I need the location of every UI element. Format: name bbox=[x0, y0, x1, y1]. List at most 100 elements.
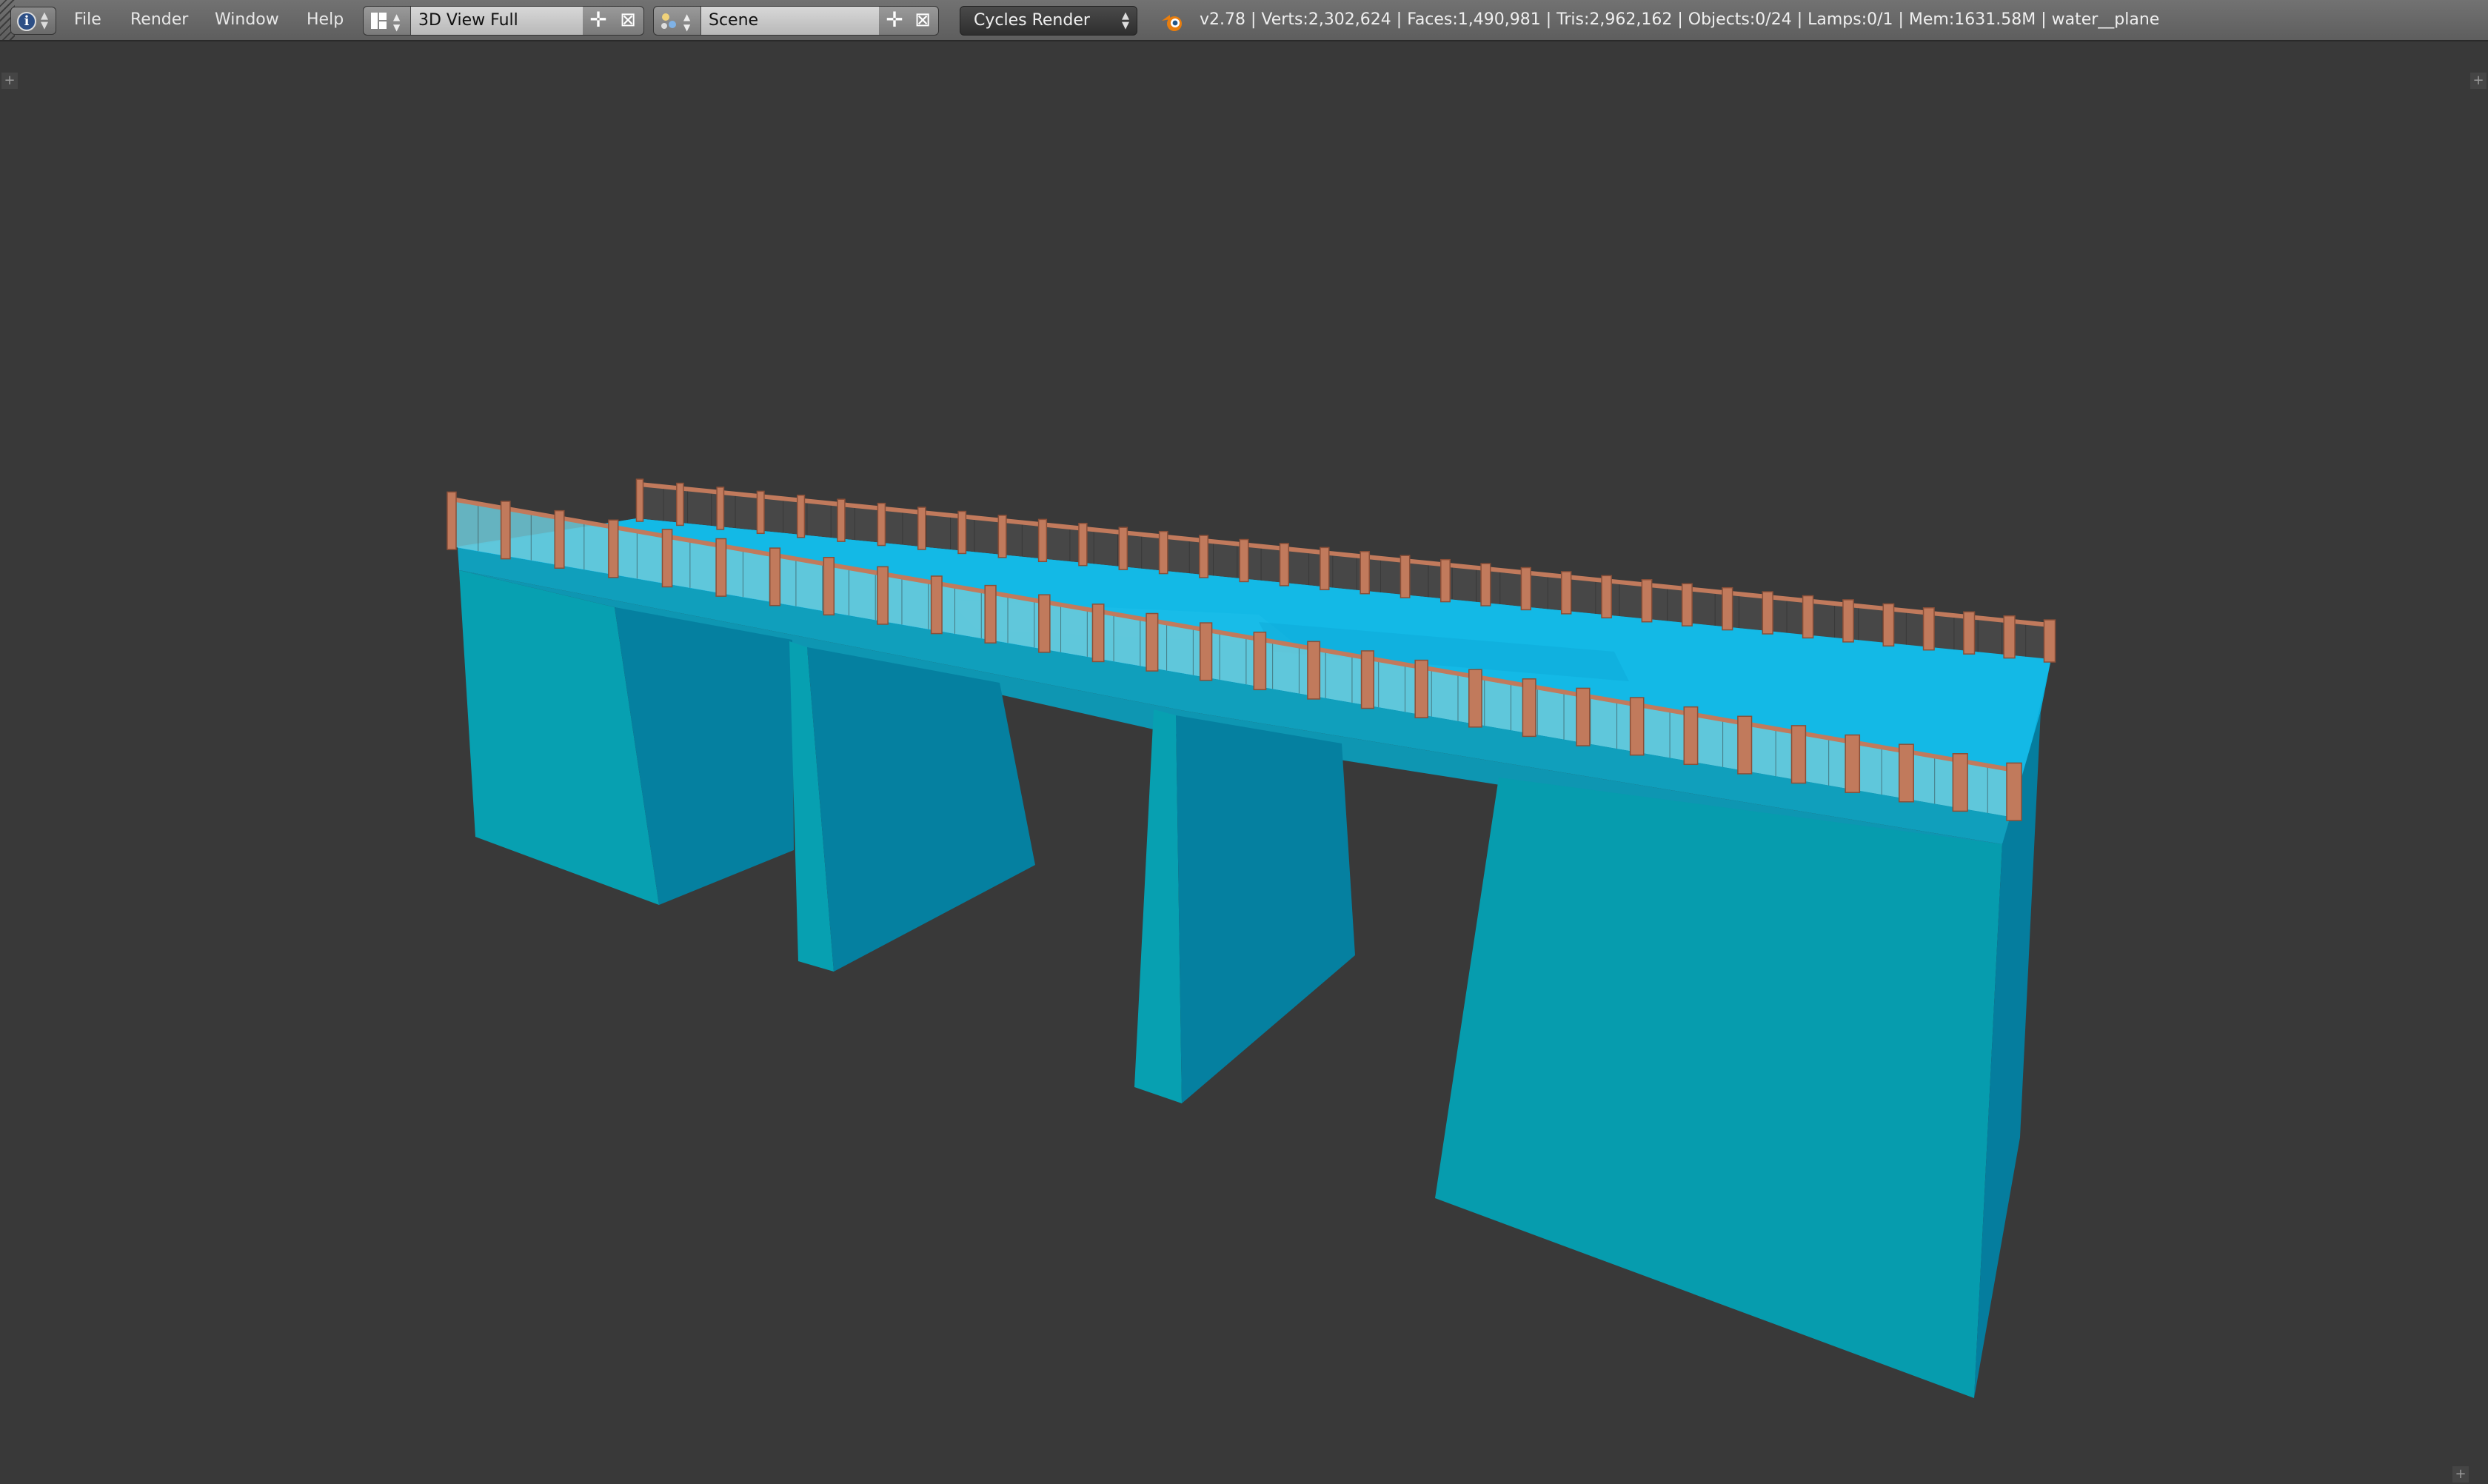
railing-post bbox=[1737, 715, 1753, 775]
x-icon[interactable]: ⊠ bbox=[910, 8, 935, 33]
railing-post bbox=[1480, 563, 1491, 606]
scene-name[interactable]: Scene bbox=[701, 7, 879, 35]
railing-post bbox=[756, 490, 765, 535]
railing-post bbox=[608, 519, 619, 578]
railing-post bbox=[1414, 659, 1428, 718]
railing-post bbox=[1037, 518, 1048, 563]
railing-post bbox=[1762, 591, 1773, 635]
railing-post bbox=[1307, 641, 1321, 700]
railing-post bbox=[1038, 594, 1051, 653]
railing-post bbox=[554, 509, 565, 569]
railing-post bbox=[1601, 575, 1612, 619]
bridge-model[interactable] bbox=[0, 43, 2488, 1484]
menu-help[interactable]: Help bbox=[307, 10, 344, 29]
railing-post bbox=[997, 515, 1007, 558]
railing-post bbox=[1158, 530, 1168, 575]
railing-post bbox=[1360, 551, 1370, 595]
railing-post bbox=[1790, 725, 1807, 784]
railing-post bbox=[1279, 543, 1290, 586]
railing-post bbox=[1802, 595, 1814, 639]
menu-file[interactable]: File bbox=[74, 10, 101, 29]
railing-post bbox=[1629, 697, 1645, 756]
railing-post bbox=[1641, 579, 1653, 623]
pier-front bbox=[1134, 709, 1182, 1103]
updown-icon: ▲ ▼ bbox=[1122, 10, 1129, 31]
railing-post bbox=[769, 547, 781, 606]
railing-post bbox=[715, 538, 727, 597]
blender-logo-icon bbox=[1160, 9, 1185, 34]
railing-post bbox=[917, 507, 926, 550]
railing-post bbox=[1922, 607, 1935, 651]
railing-post bbox=[877, 502, 886, 547]
railing-post bbox=[2043, 619, 2056, 663]
railing-post bbox=[1146, 612, 1159, 672]
railing-post bbox=[1400, 555, 1411, 598]
railing-post bbox=[635, 478, 644, 522]
railing-post bbox=[716, 487, 725, 530]
svg-text:▼: ▼ bbox=[683, 22, 691, 33]
railing-post bbox=[877, 566, 889, 625]
pier-side bbox=[807, 647, 1035, 972]
railing-post bbox=[1963, 611, 1976, 655]
railing-post bbox=[1576, 687, 1591, 746]
railing-post bbox=[1842, 599, 1854, 643]
railing-post bbox=[1468, 669, 1482, 728]
railing-post bbox=[1722, 586, 1733, 631]
railing-post bbox=[930, 575, 943, 635]
railing-post bbox=[1522, 678, 1536, 738]
railing-post bbox=[1560, 571, 1572, 615]
railing-post bbox=[1882, 603, 1895, 647]
layout-icon[interactable]: ▲ ▼ bbox=[364, 7, 411, 35]
editor-type-selector[interactable]: i ▲ ▼ bbox=[10, 7, 56, 35]
railing-post bbox=[2006, 762, 2022, 821]
scene-icon[interactable]: ▲ ▼ bbox=[654, 7, 701, 35]
railing-post bbox=[1360, 650, 1374, 709]
railing-post bbox=[676, 482, 684, 527]
railing-post bbox=[957, 510, 967, 555]
svg-text:▼: ▼ bbox=[393, 22, 401, 33]
railing-post bbox=[1683, 706, 1699, 766]
screen-layout-name[interactable]: 3D View Full bbox=[411, 7, 583, 35]
plus-icon[interactable]: ✛ bbox=[586, 8, 611, 33]
svg-text:▲: ▲ bbox=[683, 12, 691, 22]
railing-post bbox=[1520, 566, 1531, 611]
screen-layout-selector[interactable]: ▲ ▼ 3D View Full ✛ ⊠ bbox=[363, 6, 644, 36]
railing-post bbox=[447, 491, 457, 550]
railing-post bbox=[2003, 615, 2016, 659]
updown-icon: ▲ ▼ bbox=[41, 10, 48, 31]
railing-post bbox=[1681, 583, 1693, 626]
railing-post bbox=[1091, 604, 1105, 663]
railing-post bbox=[823, 556, 835, 616]
info-icon: i bbox=[17, 12, 36, 31]
menu-window[interactable]: Window bbox=[215, 10, 279, 29]
pier-side bbox=[1176, 715, 1355, 1103]
abutment-front bbox=[1435, 778, 2002, 1398]
svg-text:▲: ▲ bbox=[393, 12, 401, 22]
railing-post bbox=[1845, 734, 1861, 793]
render-engine-selector[interactable]: Cycles Render ▲ ▼ bbox=[960, 6, 1137, 36]
info-header: i ▲ ▼ File Render Window Help ▲ ▼ 3D View… bbox=[0, 0, 2488, 41]
scene-selector[interactable]: ▲ ▼ Scene ✛ ⊠ bbox=[653, 6, 939, 36]
menu-render[interactable]: Render bbox=[130, 10, 188, 29]
railing-post bbox=[1199, 622, 1213, 681]
railing-post bbox=[500, 501, 511, 560]
railing-post bbox=[797, 495, 806, 538]
railing-post bbox=[1440, 558, 1451, 603]
x-icon[interactable]: ⊠ bbox=[615, 8, 641, 33]
railing-post bbox=[1320, 547, 1330, 591]
railing-post bbox=[1239, 538, 1249, 583]
plus-icon[interactable]: ✛ bbox=[882, 8, 907, 33]
railing-post bbox=[1952, 753, 1968, 812]
railing-post bbox=[1253, 631, 1267, 691]
render-engine-label: Cycles Render bbox=[974, 11, 1090, 30]
railing-post bbox=[1118, 527, 1128, 570]
railing-post bbox=[1078, 523, 1088, 566]
railing-post bbox=[984, 584, 997, 644]
railing-post bbox=[837, 498, 846, 542]
railing-post bbox=[1899, 743, 1914, 803]
blender-window: i ▲ ▼ File Render Window Help ▲ ▼ 3D View… bbox=[0, 0, 2488, 1484]
railing-post bbox=[1199, 535, 1209, 578]
3d-viewport[interactable]: + + + bbox=[0, 43, 2488, 1484]
scene-statistics: v2.78 | Verts:2,302,624 | Faces:1,490,98… bbox=[1200, 10, 2160, 29]
railing-post bbox=[661, 529, 673, 588]
